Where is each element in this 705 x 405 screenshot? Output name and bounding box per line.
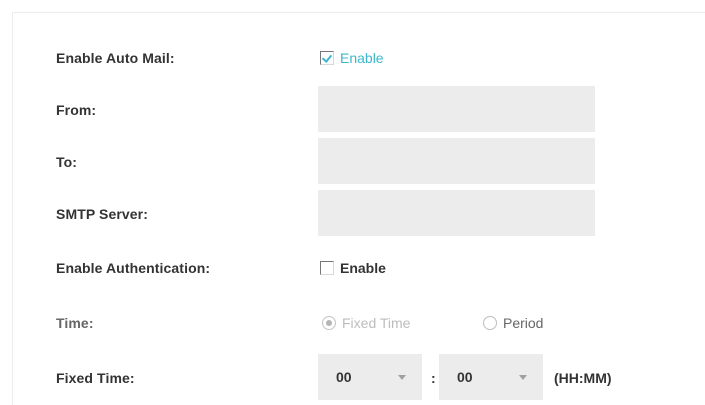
authentication-enable-checkbox[interactable]: Enable	[320, 244, 386, 292]
checkbox-checked-icon[interactable]	[320, 51, 334, 65]
time-row: Time: Fixed Time Period	[13, 299, 705, 347]
authentication-label: Enable Authentication:	[56, 260, 211, 276]
time-separator: :	[431, 370, 436, 386]
time-label: Time:	[56, 315, 94, 331]
authentication-row: Enable Authentication: Enable	[13, 244, 705, 292]
radio-fixed-time[interactable]: Fixed Time	[322, 299, 410, 347]
radio-selected-icon[interactable]	[322, 316, 336, 330]
time-format-hint: (HH:MM)	[554, 370, 612, 386]
smtp-server-label: SMTP Server:	[56, 206, 148, 222]
chevron-down-icon	[398, 375, 406, 380]
from-label: From:	[56, 102, 97, 118]
auto-mail-row: Enable Auto Mail: Enable	[13, 34, 705, 82]
to-row: To:	[13, 138, 705, 186]
radio-period[interactable]: Period	[483, 299, 543, 347]
chevron-down-icon	[519, 375, 527, 380]
hour-select[interactable]: 00	[318, 354, 422, 400]
authentication-enable-label[interactable]: Enable	[340, 260, 386, 276]
from-row: From:	[13, 86, 705, 134]
smtp-server-row: SMTP Server:	[13, 190, 705, 238]
hour-value: 00	[336, 369, 352, 385]
minute-value: 00	[457, 369, 473, 385]
checkbox-unchecked-icon[interactable]	[320, 261, 334, 275]
to-field[interactable]	[318, 138, 595, 184]
radio-unselected-icon[interactable]	[483, 316, 497, 330]
to-label: To:	[56, 154, 78, 170]
auto-mail-enable-checkbox[interactable]: Enable	[320, 34, 384, 82]
smtp-server-field[interactable]	[318, 190, 595, 236]
fixed-time-row: Fixed Time: 00 : 00 (HH:MM)	[13, 354, 705, 402]
auto-mail-label: Enable Auto Mail:	[56, 50, 175, 66]
radio-fixed-time-label[interactable]: Fixed Time	[342, 315, 410, 331]
auto-mail-enable-label[interactable]: Enable	[340, 50, 384, 66]
auto-mail-settings-panel: Enable Auto Mail: Enable From: To: SMTP …	[12, 12, 705, 405]
from-field[interactable]	[318, 86, 595, 132]
radio-period-label[interactable]: Period	[503, 315, 543, 331]
minute-select[interactable]: 00	[439, 354, 543, 400]
fixed-time-label: Fixed Time:	[56, 370, 135, 386]
